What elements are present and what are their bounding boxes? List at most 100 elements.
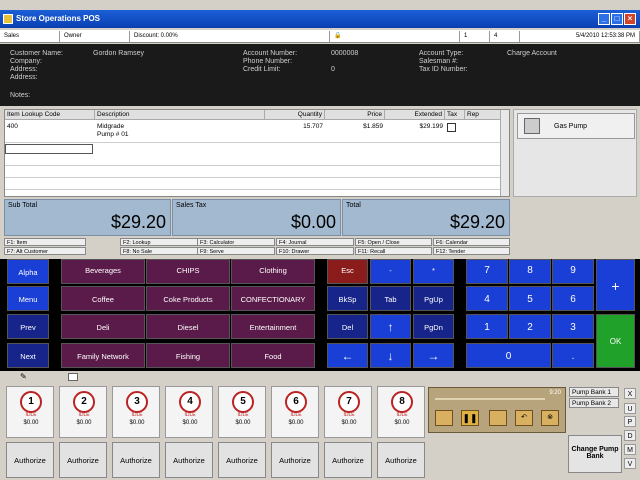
pump-3[interactable]: 3 IDLE $0.00	[112, 386, 160, 438]
num-1-key[interactable]: 1	[466, 314, 508, 339]
table-row[interactable]	[5, 168, 501, 178]
category-food[interactable]: Food	[231, 343, 315, 368]
num-7-key[interactable]: 7	[466, 259, 508, 284]
arrow-up-key[interactable]: ↑	[370, 314, 411, 339]
pump-4[interactable]: 4 IDLE $0.00	[165, 386, 213, 438]
col-extended[interactable]: Extended	[385, 110, 445, 120]
change-pump-bank-button[interactable]: Change Pump Bank	[568, 435, 622, 473]
authorize-button-5[interactable]: Authorize	[218, 442, 266, 478]
pump-7[interactable]: 7 IDLE $0.00	[324, 386, 372, 438]
tab-key[interactable]: Tab	[370, 286, 411, 311]
maximize-button[interactable]: □	[611, 13, 623, 25]
page-up-key[interactable]: PgUp	[413, 286, 454, 311]
close-button[interactable]: ×	[624, 13, 636, 25]
pump-2[interactable]: 2 IDLE $0.00	[59, 386, 107, 438]
num-8-key[interactable]: 8	[509, 259, 551, 284]
fkey-f11[interactable]: F11: Recall	[355, 247, 432, 255]
category-beverages[interactable]: Beverages	[61, 259, 145, 284]
fkey-f2[interactable]: F2: Lookup	[120, 238, 202, 246]
mic-icon[interactable]	[489, 410, 507, 426]
grid-scrollbar[interactable]	[500, 110, 509, 196]
col-tax[interactable]: Tax	[445, 110, 465, 120]
arrow-right-key[interactable]: →	[413, 343, 454, 368]
gas-pump-item[interactable]: Gas Pump	[517, 113, 635, 139]
esc-key[interactable]: Esc	[327, 259, 368, 284]
next-button[interactable]: Next	[7, 343, 49, 368]
plus-key[interactable]: +	[596, 259, 635, 311]
decimal-key[interactable]: .	[552, 343, 594, 368]
num-5-key[interactable]: 5	[509, 286, 551, 311]
pump-bank-2-button[interactable]: Pump Bank 2	[569, 398, 619, 408]
alpha-button[interactable]: Alpha	[7, 259, 49, 284]
side-m-button[interactable]: M	[624, 444, 636, 455]
seek-bar[interactable]	[435, 398, 545, 400]
num-6-key[interactable]: 6	[552, 286, 594, 311]
fkey-f8[interactable]: F8: No Sale	[120, 247, 202, 255]
category-entertainment[interactable]: Entertainment	[231, 314, 315, 339]
authorize-button-1[interactable]: Authorize	[6, 442, 54, 478]
authorize-button-4[interactable]: Authorize	[165, 442, 213, 478]
delete-key[interactable]: Del	[327, 314, 368, 339]
num-4-key[interactable]: 4	[466, 286, 508, 311]
backspace-key[interactable]: BkSp	[327, 286, 368, 311]
fkey-f5[interactable]: F5: Open / Close	[355, 238, 432, 246]
pump-5[interactable]: 5 IDLE $0.00	[218, 386, 266, 438]
pump-8[interactable]: 8 IDLE $0.00	[377, 386, 425, 438]
fkey-f10[interactable]: F10: Drawer	[276, 247, 354, 255]
col-description[interactable]: Description	[95, 110, 265, 120]
page-down-key[interactable]: PgDn	[413, 314, 454, 339]
arrow-down-key[interactable]: ↓	[370, 343, 411, 368]
pause-icon[interactable]: ❚❚	[461, 410, 479, 426]
cancel-icon[interactable]: ⊗	[541, 410, 559, 426]
category-chips[interactable]: CHIPS	[146, 259, 230, 284]
col-quantity[interactable]: Quantity	[265, 110, 325, 120]
authorize-button-7[interactable]: Authorize	[324, 442, 372, 478]
category-fishing[interactable]: Fishing	[146, 343, 230, 368]
pump-6[interactable]: 6 IDLE $0.00	[271, 386, 319, 438]
calendar-icon[interactable]	[68, 373, 78, 381]
row-tax-checkbox[interactable]	[447, 123, 456, 132]
num-0-key[interactable]: 0	[466, 343, 551, 368]
ok-button[interactable]: OK	[596, 314, 635, 368]
category-diesel[interactable]: Diesel	[146, 314, 230, 339]
category-deli[interactable]: Deli	[61, 314, 145, 339]
pump-bank-1-button[interactable]: Pump Bank 1	[569, 387, 619, 397]
num-2-key[interactable]: 2	[509, 314, 551, 339]
fkey-f4[interactable]: F4: Journal	[276, 238, 354, 246]
side-p-button[interactable]: P	[624, 416, 636, 427]
fkey-f6[interactable]: F6: Calendar	[433, 238, 510, 246]
category-confectionary[interactable]: CONFECTIONARY	[231, 286, 315, 311]
arrow-left-key[interactable]: ←	[327, 343, 368, 368]
num-3-key[interactable]: 3	[552, 314, 594, 339]
pump-tool-icon[interactable]: ✎	[20, 372, 27, 381]
fkey-f12[interactable]: F12: Tender	[433, 247, 510, 255]
side-x-button[interactable]: X	[624, 388, 636, 399]
pump-1[interactable]: 1 IDLE $0.00	[6, 386, 54, 438]
items-grid[interactable]: Item Lookup Code Description Quantity Pr…	[4, 109, 510, 197]
table-row[interactable]	[5, 144, 93, 154]
col-item-lookup-code[interactable]: Item Lookup Code	[5, 110, 95, 120]
fkey-f7[interactable]: F7: Alt Customer	[4, 247, 86, 255]
category-coke-products[interactable]: Coke Products	[146, 286, 230, 311]
prev-button[interactable]: Prev	[7, 314, 49, 339]
fkey-f1[interactable]: F1: Item	[4, 238, 86, 246]
undo-icon[interactable]: ↶	[515, 410, 533, 426]
num-9-key[interactable]: 9	[552, 259, 594, 284]
authorize-button-2[interactable]: Authorize	[59, 442, 107, 478]
side-u-button[interactable]: U	[624, 403, 636, 414]
stop-icon[interactable]	[435, 410, 453, 426]
col-rep[interactable]: Rep	[465, 110, 501, 120]
multiply-key[interactable]: *	[413, 259, 454, 284]
menu-button[interactable]: Menu	[7, 286, 49, 311]
category-family-network[interactable]: Family Network	[61, 343, 145, 368]
table-row[interactable]	[5, 180, 501, 190]
category-clothing[interactable]: Clothing	[231, 259, 315, 284]
col-price[interactable]: Price	[325, 110, 385, 120]
side-v-button[interactable]: V	[624, 458, 636, 469]
minimize-button[interactable]: _	[598, 13, 610, 25]
fkey-f9[interactable]: F9: Serve	[197, 247, 275, 255]
authorize-button-6[interactable]: Authorize	[271, 442, 319, 478]
fkey-f3[interactable]: F3: Calculator	[197, 238, 275, 246]
side-d-button[interactable]: D	[624, 430, 636, 441]
authorize-button-3[interactable]: Authorize	[112, 442, 160, 478]
